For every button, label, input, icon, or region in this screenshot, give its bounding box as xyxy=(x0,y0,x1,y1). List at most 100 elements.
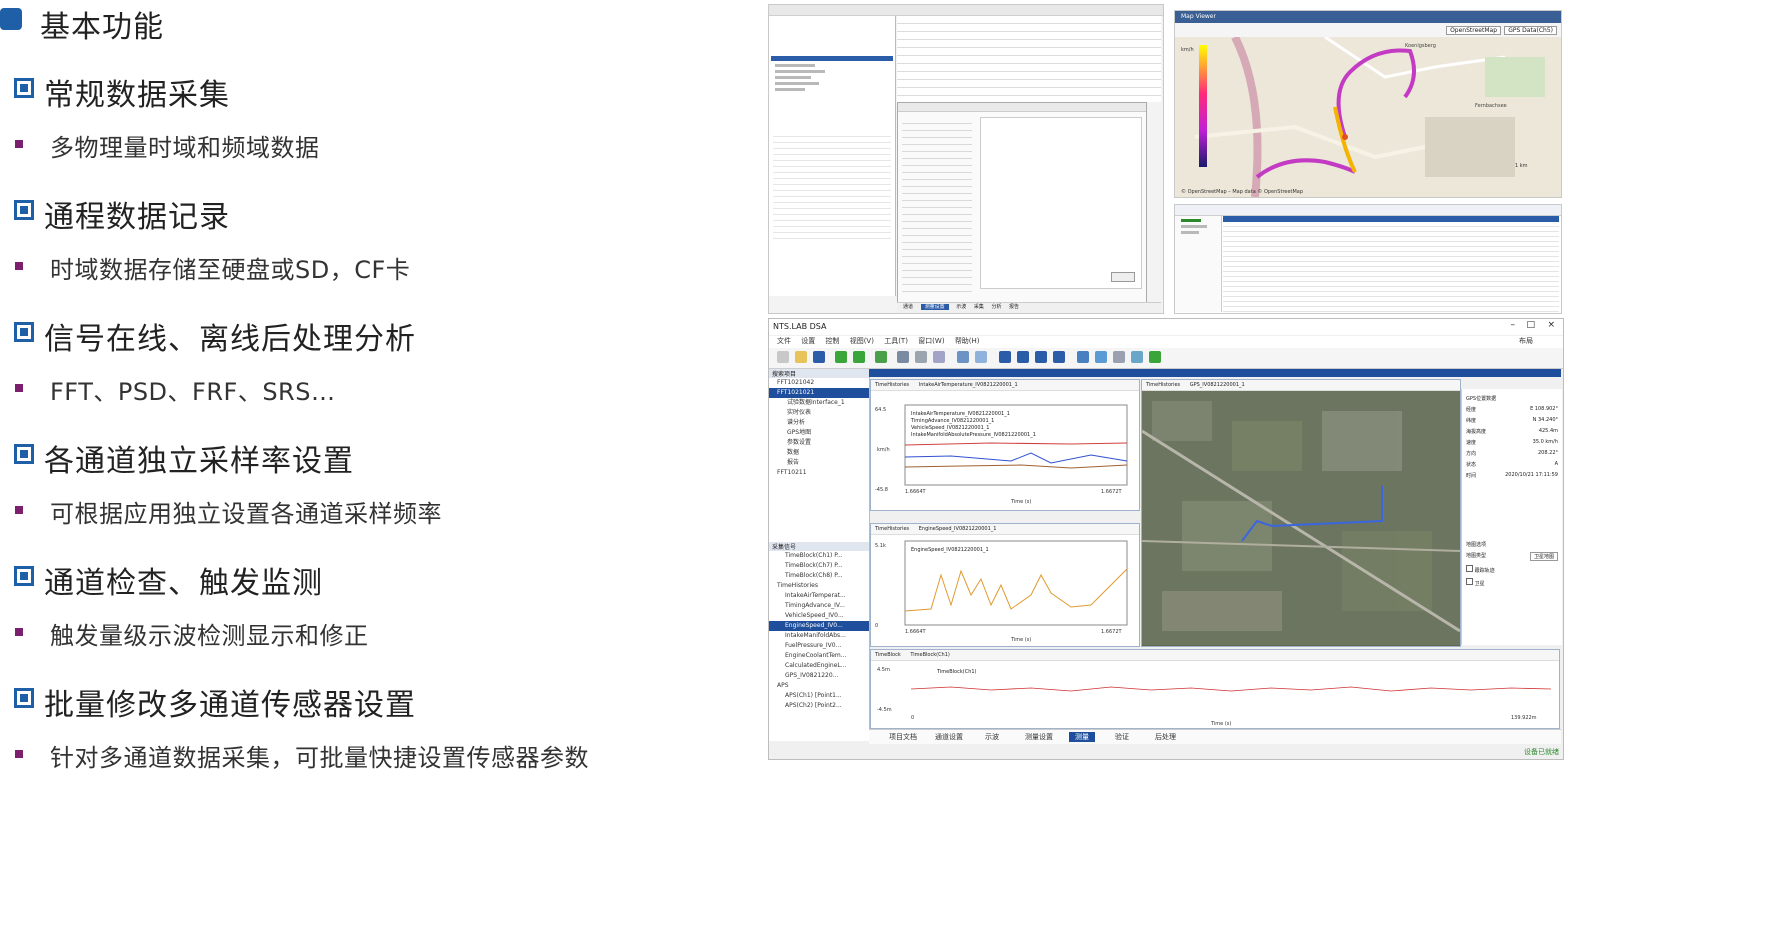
menu-item[interactable]: 窗口(W) xyxy=(918,337,944,345)
sub-bullet xyxy=(15,262,23,270)
tree-child[interactable]: GPS地图 xyxy=(769,428,869,438)
signal-item[interactable]: TimeBlock(Ch1) P... xyxy=(769,551,869,561)
map-options-title: 地图选项 xyxy=(1466,542,1487,548)
import-icon[interactable] xyxy=(835,351,847,363)
menu-item[interactable]: 工具(T) xyxy=(884,337,908,345)
plot-type-select[interactable]: TimeHistories xyxy=(1146,382,1180,388)
tree-child[interactable]: 报告 xyxy=(769,458,869,468)
satellite-map[interactable]: TimeHistories GPS_IV0821220001_1 xyxy=(1141,379,1461,647)
workflow-tab[interactable]: 通道设置 xyxy=(929,732,969,742)
workflow-tab[interactable]: 示波 xyxy=(979,732,1005,742)
signal-item[interactable]: APS(Ch2) [Point2... xyxy=(769,701,869,711)
x-axis-label: Time (s) xyxy=(1010,637,1031,643)
plot-channel-select[interactable]: TimeBlock(Ch1) xyxy=(910,652,950,658)
record-icon[interactable] xyxy=(1053,351,1065,363)
app-title: NTS.LAB DSA xyxy=(773,322,827,331)
map-channel-dropdown[interactable]: GPS Data(Ch5) xyxy=(1504,26,1557,35)
maximize-icon[interactable]: □ xyxy=(1526,320,1535,330)
feature-desc: 多物理量时域和频域数据 xyxy=(50,134,320,162)
plot-type-select[interactable]: TimeBlock xyxy=(875,652,901,658)
display-icon[interactable] xyxy=(1077,351,1089,363)
signal-item[interactable]: GPS_IV0821220... xyxy=(769,671,869,681)
signal-item-selected[interactable]: EngineSpeed_IV0... xyxy=(769,621,869,631)
minimize-icon[interactable]: – xyxy=(1511,320,1516,330)
menu-item[interactable]: 控制 xyxy=(825,337,839,345)
tree-child[interactable]: 试验数据Interface_1 xyxy=(769,398,869,408)
signal-group[interactable]: APS xyxy=(769,681,869,691)
signal-item[interactable]: IntakeAirTemperat... xyxy=(769,591,869,601)
signal-item[interactable]: APS(Ch1) [Point1... xyxy=(769,691,869,701)
signal-item[interactable]: TimeBlock(Ch7) P... xyxy=(769,561,869,571)
save-icon[interactable] xyxy=(813,351,825,363)
signal-item[interactable]: IntakeManifoldAbs... xyxy=(769,631,869,641)
signal-item[interactable]: FuelPressure_IV0... xyxy=(769,641,869,651)
plot-type-select[interactable]: TimeHistories xyxy=(875,526,909,532)
trigger-icon[interactable] xyxy=(975,351,987,363)
plot-channel-select[interactable]: EngineSpeed_IV0821220001_1 xyxy=(919,526,997,532)
plot-header: TimeHistories IntakeAirTemperature_IV082… xyxy=(871,380,1139,391)
zoom-icon[interactable] xyxy=(1095,351,1107,363)
workflow-tab-active[interactable]: 测量 xyxy=(1069,732,1095,742)
satellite-checkbox[interactable] xyxy=(1466,578,1473,585)
menu-item[interactable]: 设置 xyxy=(801,337,815,345)
workflow-tab[interactable]: 项目文档 xyxy=(883,732,923,742)
workflow-tab[interactable]: 验证 xyxy=(1109,732,1135,742)
gps-key: 海拔高度 xyxy=(1466,429,1487,435)
map-source-dropdown[interactable]: OpenStreetMap xyxy=(1446,26,1501,35)
stop-icon[interactable] xyxy=(1035,351,1047,363)
signal-item[interactable]: CalculatedEngineL... xyxy=(769,661,869,671)
signal-item[interactable]: VehicleSpeed_IV0... xyxy=(769,611,869,621)
scope-icon[interactable] xyxy=(957,351,969,363)
y-tick: 4.5m xyxy=(877,667,890,673)
connect-icon[interactable] xyxy=(915,351,927,363)
legend-item: EngineSpeed_IV0821220001_1 xyxy=(911,547,989,553)
feature-bullet xyxy=(14,200,34,220)
pause-icon[interactable] xyxy=(1017,351,1029,363)
play-icon[interactable] xyxy=(999,351,1011,363)
plot-type-select[interactable]: TimeHistories xyxy=(875,382,909,388)
map-canvas[interactable]: km/h © OpenStreetMap – Map data © OpenSt… xyxy=(1175,37,1561,197)
tree-child[interactable]: 实时仪表 xyxy=(769,408,869,418)
tree-child[interactable]: 数据 xyxy=(769,448,869,458)
signal-item[interactable]: EngineCoolantTem... xyxy=(769,651,869,661)
feature-desc: 触发量级示波检测显示和修正 xyxy=(50,622,369,650)
toolbar xyxy=(769,348,1563,369)
plot-channel-select[interactable]: GPS_IV0821220001_1 xyxy=(1190,382,1245,388)
workflow-tab[interactable]: 后处理 xyxy=(1149,732,1182,742)
settings-icon[interactable] xyxy=(933,351,945,363)
map-type-label: 地图类型 xyxy=(1466,553,1487,559)
export-icon[interactable] xyxy=(853,351,865,363)
multi-channel-plot[interactable]: TimeHistories IntakeAirTemperature_IV082… xyxy=(870,379,1140,511)
tree-child[interactable]: 谱分析 xyxy=(769,418,869,428)
tree-project[interactable]: FFT1021042 xyxy=(769,378,869,388)
tree-project-selected[interactable]: FFT1021021 xyxy=(769,388,869,398)
sub-bullet xyxy=(15,140,23,148)
hardware-icon[interactable] xyxy=(897,351,909,363)
chart-icon[interactable] xyxy=(1131,351,1143,363)
layout-menu[interactable]: 布局 xyxy=(1519,336,1533,346)
signal-item[interactable]: TimingAdvance_IV... xyxy=(769,601,869,611)
workflow-tab[interactable]: 测量设置 xyxy=(1019,732,1059,742)
panel-title: 采集信号 xyxy=(769,542,869,551)
signal-group[interactable]: TimeHistories xyxy=(769,581,869,591)
map-type-select[interactable]: 卫星地图 xyxy=(1529,552,1558,561)
report-icon[interactable] xyxy=(875,351,887,363)
new-icon[interactable] xyxy=(777,351,789,363)
track-checkbox[interactable] xyxy=(1466,565,1473,572)
analysis-icon[interactable] xyxy=(1113,351,1125,363)
x-tick: 0 xyxy=(911,715,914,721)
engine-speed-plot[interactable]: TimeHistories EngineSpeed_IV0821220001_1… xyxy=(870,523,1140,647)
plot-channel-select[interactable]: IntakeAirTemperature_IV0821220001_1 xyxy=(919,382,1018,388)
tree-project[interactable]: FFT10211 xyxy=(769,468,869,478)
workflow-tabs: 项目文档 通道设置 示波 测量设置 测量 验证 后处理 xyxy=(869,729,1561,744)
menu-item[interactable]: 视图(V) xyxy=(850,337,874,345)
close-icon[interactable]: × xyxy=(1547,320,1555,330)
tree-child[interactable]: 参数设置 xyxy=(769,438,869,448)
channel-settings-screenshot: 通道 测量设置 示波 采集 分析 报告 xyxy=(768,4,1164,314)
map-icon[interactable] xyxy=(1149,351,1161,363)
menu-item[interactable]: 帮助(H) xyxy=(955,337,980,345)
signal-item[interactable]: TimeBlock(Ch8) P... xyxy=(769,571,869,581)
menu-item[interactable]: 文件 xyxy=(777,337,791,345)
open-icon[interactable] xyxy=(795,351,807,363)
time-block-plot[interactable]: TimeBlock TimeBlock(Ch1) 4.5m -4.5m Time… xyxy=(870,649,1560,729)
